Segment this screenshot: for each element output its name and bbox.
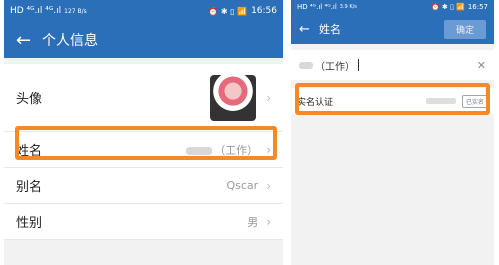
status-icons: ⏰ ✱ ▯ 📶 (208, 6, 248, 16)
redacted-name (299, 61, 313, 69)
row-value: Qscar (226, 179, 259, 192)
highlight-box-verify-row (295, 83, 490, 115)
profile-row-avatar[interactable]: 头像 › (4, 64, 283, 132)
status-bar: HD ⁴ᴳ.ıl ⁴ᴳ.ıl 127 B/s ⏰ ✱ ▯ 📶 16:56 (4, 0, 283, 22)
status-bar: HD ⁴ᴳ.ıl ⁴ᴳ.ıl 3.9 K/s ⏰ ✱ ▯ 📶 16:57 (291, 0, 494, 14)
app-bar: ← 姓名 确定 (291, 14, 494, 44)
name-input-field[interactable]: （工作） ✕ (291, 50, 494, 80)
row-value: 男 (247, 215, 259, 229)
clear-icon[interactable]: ✕ (477, 59, 486, 72)
text-caret (358, 59, 359, 71)
clock: 16:57 (467, 3, 488, 11)
network-speed: 3.9 K/s (339, 4, 357, 10)
avatar (210, 74, 257, 121)
name-input-value: （工作） (315, 61, 355, 73)
page-title: 个人信息 (42, 33, 98, 49)
chevron-right-icon: › (266, 178, 271, 193)
chevron-right-icon: › (266, 90, 271, 105)
highlight-box-name-row (15, 126, 277, 160)
network-speed: 127 B/s (64, 7, 87, 15)
clock: 16:56 (251, 6, 277, 16)
chevron-right-icon: › (266, 214, 271, 229)
back-arrow-icon[interactable]: ← (16, 30, 42, 51)
carrier-signal: HD ⁴ᴳ.ıl ⁴ᴳ.ıl (297, 3, 337, 11)
page-title: 姓名 (319, 23, 341, 36)
row-label: 头像 (16, 92, 43, 107)
app-bar: ← 个人信息 (4, 22, 283, 58)
status-icons: ⏰ ✱ ▯ 📶 (430, 3, 465, 11)
carrier-signal: HD ⁴ᴳ.ıl ⁴ᴳ.ıl (10, 6, 62, 16)
row-label: 别名 (16, 180, 43, 195)
back-arrow-icon[interactable]: ← (299, 22, 319, 37)
row-label: 性别 (16, 216, 43, 231)
confirm-button[interactable]: 确定 (443, 19, 486, 39)
profile-row-gender[interactable]: 性别 男 › (4, 204, 283, 240)
profile-row-alias[interactable]: 别名 Qscar › (4, 168, 283, 204)
phone-right-screen: HD ⁴ᴳ.ıl ⁴ᴳ.ıl 3.9 K/s ⏰ ✱ ▯ 📶 16:57 ← 姓… (291, 0, 494, 265)
